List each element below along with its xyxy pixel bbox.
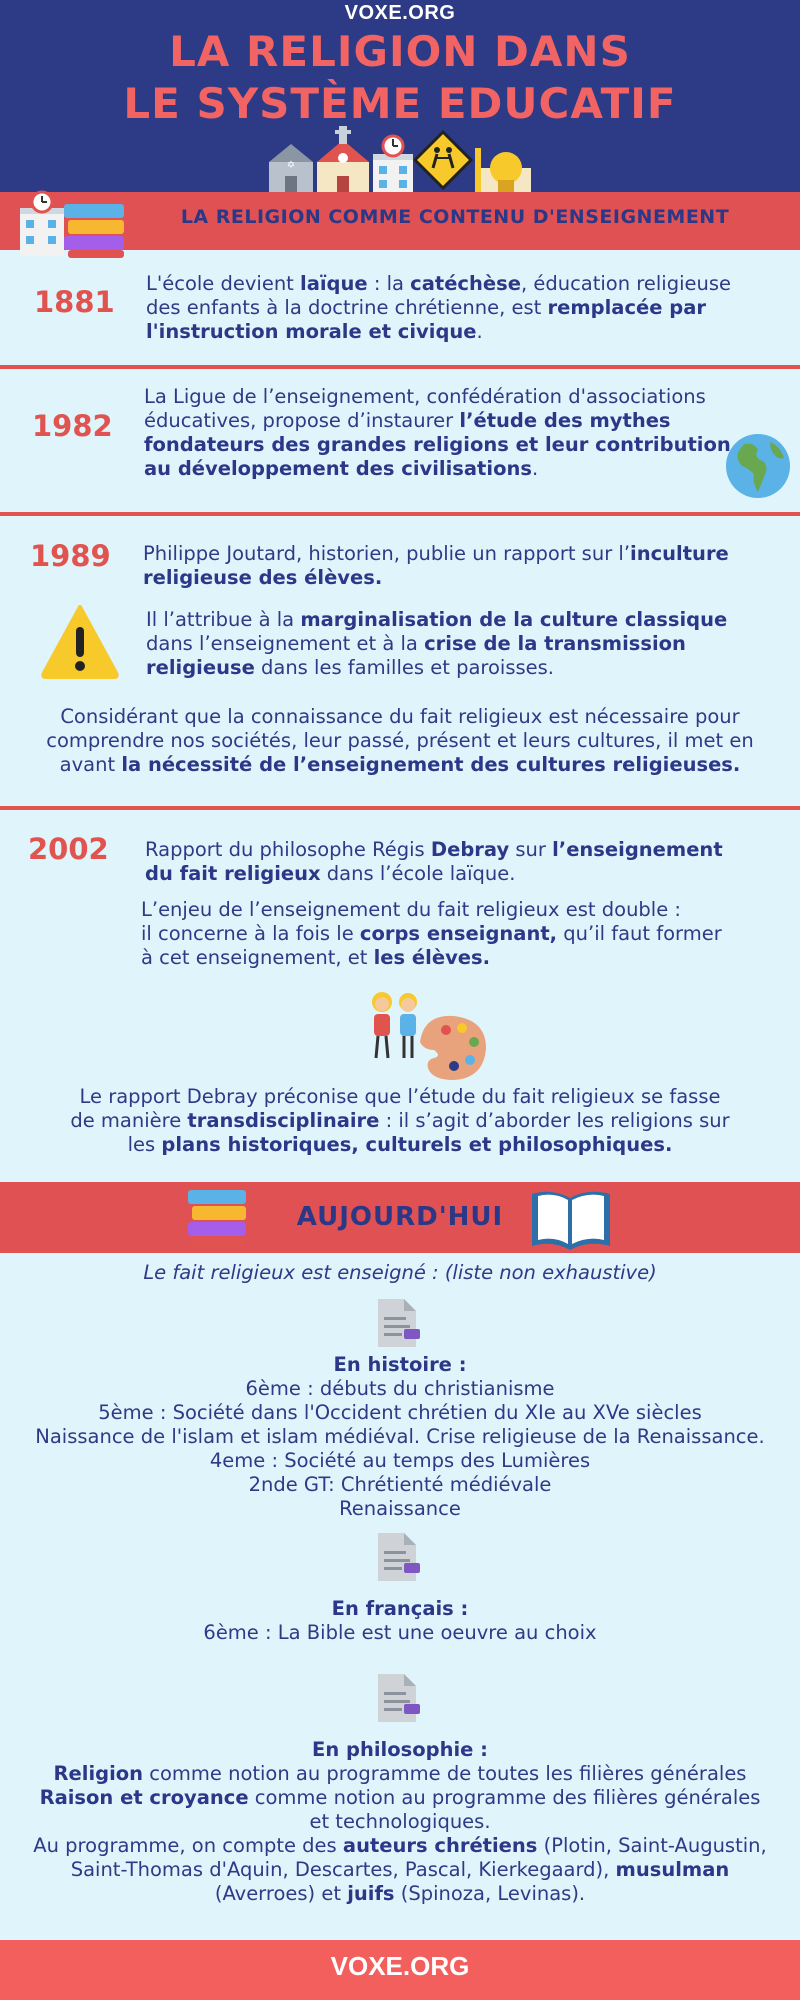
year-1881: 1881 — [34, 285, 115, 319]
school-books-icon — [20, 190, 124, 258]
today-intro: Le fait religieux est enseigné : (liste … — [143, 1261, 657, 1284]
children-palette-icon — [372, 992, 486, 1080]
year-1982: 1982 — [32, 409, 113, 443]
globe-icon — [726, 434, 790, 498]
text-1989-conclusion: Considérant que la connaissance du fait … — [46, 705, 754, 776]
document-icon — [378, 1674, 420, 1722]
text-1989: Philippe Joutard, historien, publie un r… — [143, 542, 729, 589]
histoire-block: En histoire : 6ème : débuts du christian… — [35, 1353, 765, 1520]
text-1982: La Ligue de l’enseignement, confédératio… — [144, 385, 731, 480]
site-name[interactable]: VOXE.ORG — [0, 2, 800, 25]
document-icon — [378, 1299, 420, 1347]
footer-site-name[interactable]: VOXE.ORG — [0, 1951, 800, 1982]
philosophie-block: En philosophie : Religion comme notion a… — [33, 1738, 767, 1905]
open-book-icon — [532, 1191, 610, 1250]
page-title: LA RELIGION DANS LE SYSTÈME EDUCATIF — [123, 27, 677, 128]
year-1989: 1989 — [30, 539, 111, 573]
text-2002-conclusion: Le rapport Debray préconise que l’étude … — [70, 1085, 730, 1156]
text-2002-enjeu: L’enjeu de l’enseignement du fait religi… — [141, 898, 722, 969]
divider — [0, 365, 800, 369]
document-icon — [378, 1533, 420, 1581]
divider — [0, 512, 800, 516]
text-1881: L'école devient laïque : la catéchèse, é… — [146, 272, 732, 343]
text-2002: Rapport du philosophe Régis Debray sur l… — [145, 838, 723, 885]
books-icon — [188, 1190, 246, 1250]
section-title-contenu: LA RELIGION COMME CONTENU D'ENSEIGNEMENT — [180, 206, 730, 228]
year-2002: 2002 — [28, 832, 109, 866]
section-title-aujourdhui: AUJOURD'HUI — [296, 1202, 504, 1232]
religious-buildings-icon: ✡ — [269, 126, 531, 198]
text-1989-attribution: Il l’attribue à la marginalisation de la… — [146, 608, 728, 679]
svg-text:✡: ✡ — [287, 160, 295, 171]
divider — [0, 806, 800, 810]
francais-block: En français : 6ème : La Bible est une oe… — [203, 1597, 597, 1644]
warning-icon — [41, 605, 119, 679]
